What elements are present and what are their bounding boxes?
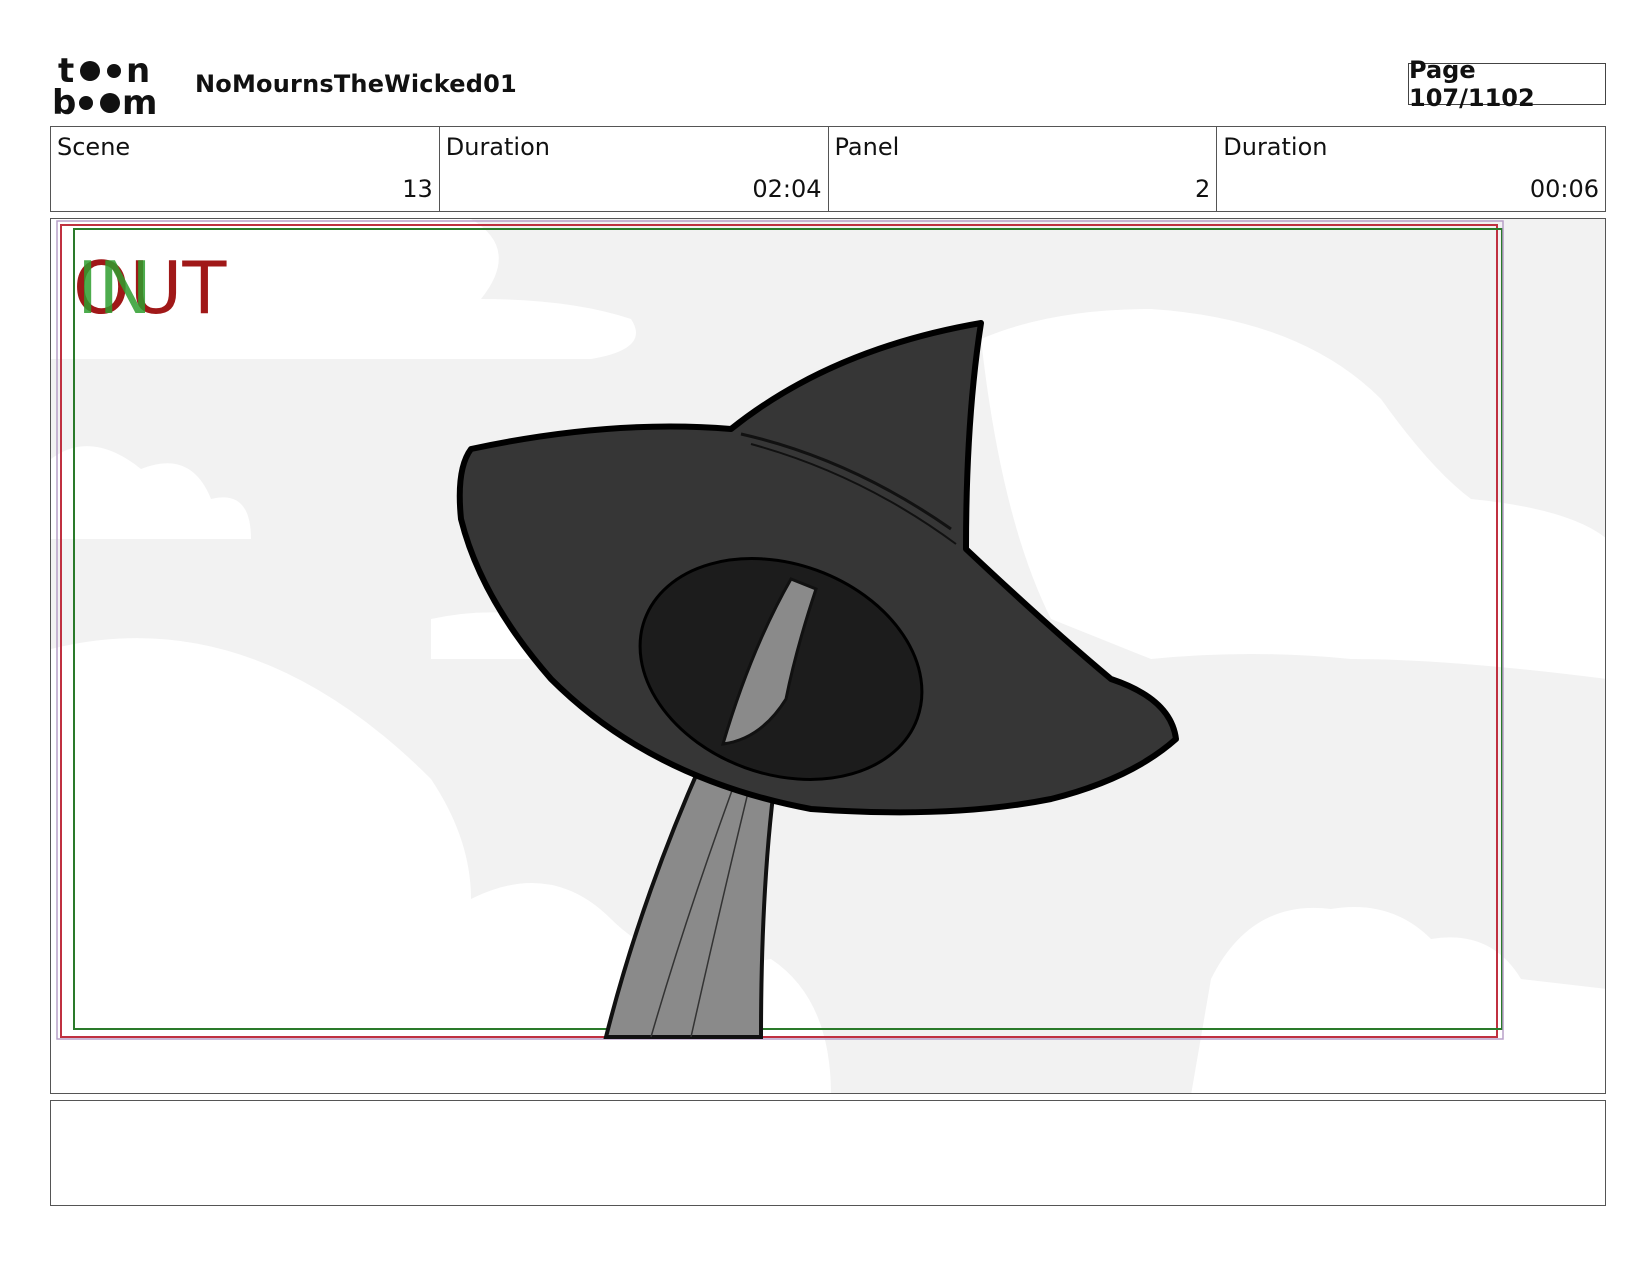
in-marker: IN [77, 246, 152, 330]
scene-duration-cell: Duration 02:04 [440, 127, 829, 211]
storyboard-panel: OUT IN [50, 218, 1606, 1094]
panel-cell: Panel 2 [829, 127, 1218, 211]
page-label: Page 107/1102 [1409, 56, 1535, 112]
panel-info-table: Scene 13 Duration 02:04 Panel 2 Duration… [50, 126, 1606, 212]
scene-value: 13 [402, 175, 433, 203]
panel-drawing: OUT IN [51, 219, 1605, 1093]
svg-text:b: b [52, 83, 76, 118]
panel-value: 2 [1194, 175, 1211, 203]
toon-boom-logo: t n b m [52, 52, 157, 118]
caption-box[interactable] [50, 1100, 1606, 1206]
page-indicator: Page 107/1102 [1408, 56, 1606, 112]
panel-duration-cell: Duration 00:06 [1217, 127, 1605, 211]
panel-duration-label: Duration [1223, 133, 1328, 161]
scene-duration-value: 02:04 [752, 175, 822, 203]
svg-text:m: m [122, 83, 157, 118]
scene-cell: Scene 13 [51, 127, 440, 211]
project-title: NoMournsTheWicked01 [195, 70, 517, 98]
panel-label: Panel [834, 133, 900, 161]
scene-duration-label: Duration [445, 133, 550, 161]
panel-duration-value: 00:06 [1529, 175, 1599, 203]
scene-label: Scene [57, 133, 131, 161]
